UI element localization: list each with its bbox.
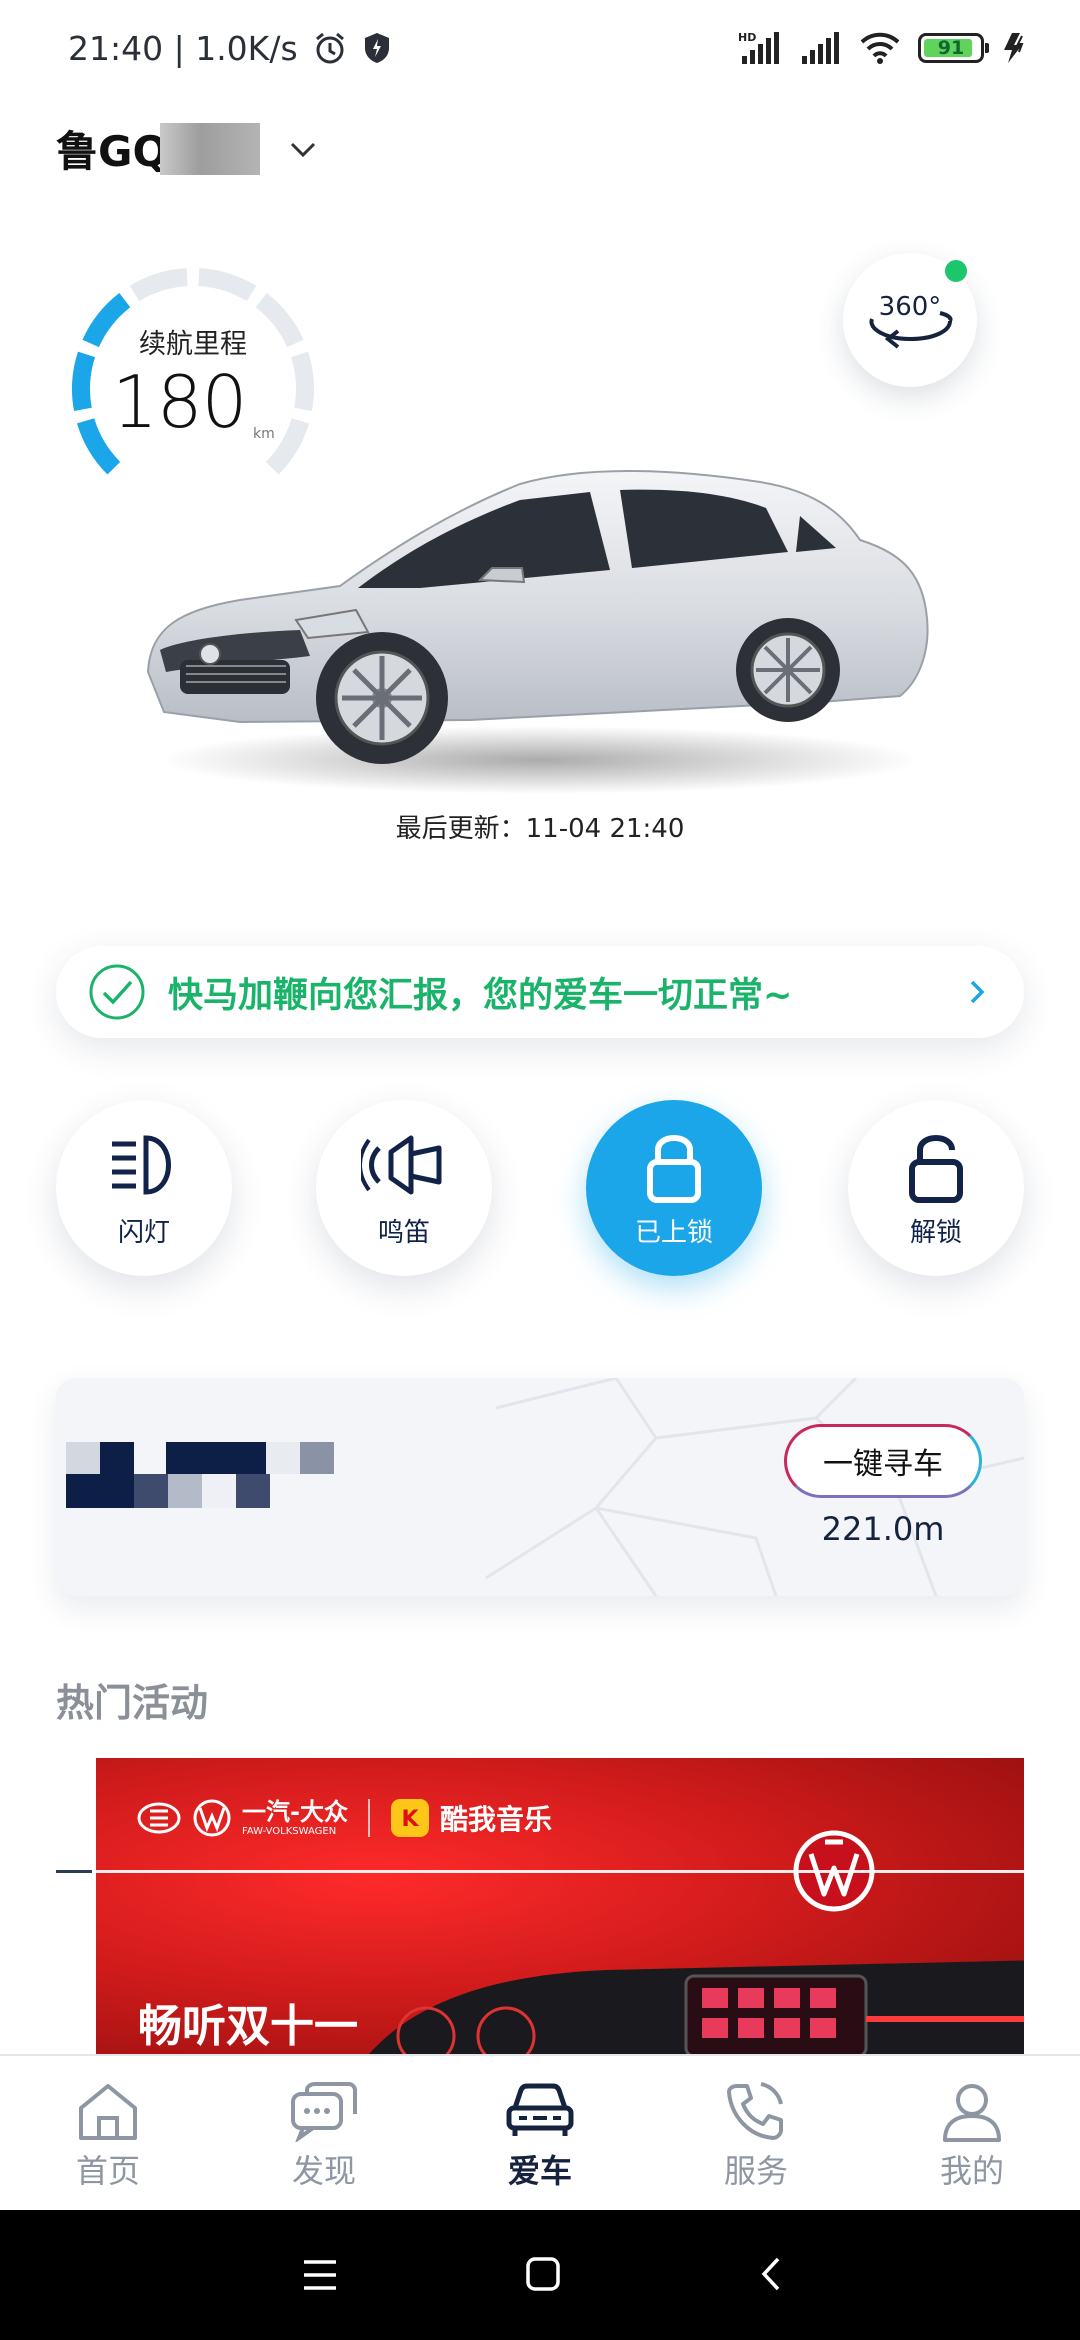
phone-icon — [727, 2082, 783, 2140]
tab-discover-label: 发现 — [291, 2152, 356, 2190]
car-dashboard-image — [365, 1960, 1024, 2058]
flash-lights-button[interactable]: 闪灯 — [56, 1100, 232, 1276]
online-indicator — [942, 257, 970, 285]
chevron-right-icon — [970, 980, 985, 1004]
home-icon — [79, 2084, 137, 2140]
unlock-button[interactable]: 解锁 — [848, 1100, 1024, 1276]
battery-indicator: 91 — [918, 33, 989, 63]
chevron-down-icon — [291, 142, 316, 157]
banner-pointer — [167, 926, 207, 948]
signal-hd-icon: HD — [738, 31, 779, 64]
headlight-icon — [112, 1135, 171, 1195]
promo-title: 畅听双十一 — [138, 2001, 358, 2052]
promo-brand-cn: 一汽-大众 — [242, 1797, 348, 1826]
brand-divider — [367, 1799, 370, 1837]
gauge-segment-empty — [290, 351, 314, 412]
battery-level: 91 — [937, 37, 965, 59]
health-banner[interactable]: 快马加鞭向您汇报，您的爱车一切正常~ — [56, 946, 1024, 1038]
flash-lights-label: 闪灯 — [117, 1218, 170, 1248]
gauge-segment-empty — [198, 268, 257, 302]
tab-service[interactable]: 服务 — [676, 2080, 836, 2192]
tab-home-label: 首页 — [75, 2152, 140, 2190]
promo-brand: 一汽-大众 FAW-VOLKSWAGEN — [242, 1800, 348, 1837]
range-value: 180 — [112, 360, 247, 444]
charging-icon — [1004, 33, 1024, 63]
status-bar: 21:40 | 1.0K/s HD 91 — [0, 0, 1080, 96]
promo-banner[interactable]: 一汽-大众 FAW-VOLKSWAGEN K 酷我音乐 畅听双十一 — [96, 1758, 1024, 2058]
alarm-icon — [315, 32, 344, 64]
tab-discover[interactable]: 发现 — [244, 2080, 404, 2192]
last-update-time: 最后更新：11-04 21:40 — [395, 814, 685, 844]
gauge-segment-empty — [129, 268, 188, 302]
person-icon — [943, 2084, 1001, 2142]
car-image — [146, 470, 929, 794]
health-banner-text: 快马加鞭向您汇报，您的爱车一切正常~ — [168, 975, 793, 1016]
chat-icon — [291, 2082, 357, 2142]
check-circle-icon — [89, 964, 145, 1020]
plate-number: 鲁GQ — [56, 127, 169, 176]
unlock-label: 解锁 — [909, 1218, 962, 1248]
tab-car[interactable]: 爱车 — [460, 2080, 620, 2192]
promo-brand-en: FAW-VOLKSWAGEN — [242, 1825, 337, 1837]
svg-text:HD: HD — [738, 31, 756, 44]
promo-partner: 酷我音乐 — [439, 1803, 552, 1836]
gauge-segment-filled — [72, 351, 96, 412]
rotate-360-icon: 360° — [869, 292, 953, 349]
lock-label: 已上锁 — [634, 1218, 713, 1248]
lock-closed-icon — [647, 1135, 701, 1203]
find-car-button[interactable]: 一键寻车 — [784, 1424, 982, 1498]
tab-car-label: 爱车 — [507, 2152, 572, 2190]
kuwo-logo-icon: K — [390, 1799, 429, 1837]
view-360-label: 360° — [879, 292, 942, 322]
svg-text:K: K — [401, 1807, 419, 1832]
promo-divider-left — [56, 1870, 92, 1873]
car-icon — [506, 2083, 574, 2136]
wifi-icon — [860, 32, 900, 64]
tab-mine[interactable]: 我的 — [892, 2080, 1052, 2192]
bottom-tab-bar: 首页 发现 爱车 服务 我的 — [0, 2054, 1080, 2210]
tab-service-label: 服务 — [723, 2152, 788, 2190]
plate-redaction — [160, 122, 261, 175]
lock-open-icon — [909, 1135, 963, 1203]
range-label: 续航里程 — [139, 329, 247, 360]
faw-logo-icon — [137, 1802, 181, 1834]
horn-icon — [361, 1135, 442, 1195]
promo-divider — [56, 1870, 1024, 1873]
range-unit: km — [253, 426, 275, 442]
vw-logo-icon — [193, 1799, 231, 1837]
lock-button[interactable]: 已上锁 — [586, 1100, 762, 1276]
plate-selector[interactable]: 鲁GQ — [56, 118, 318, 179]
menu-icon[interactable] — [302, 2258, 338, 2292]
back-icon[interactable] — [758, 2256, 784, 2292]
signal-icon — [802, 32, 839, 64]
shield-icon — [364, 33, 389, 63]
tab-mine-label: 我的 — [939, 2152, 1004, 2190]
car-distance: 221.0m — [821, 1510, 945, 1548]
home-square-icon[interactable] — [525, 2256, 561, 2292]
system-nav-bar — [0, 2210, 1080, 2340]
hot-activities-title: 热门活动 — [56, 1681, 209, 1725]
vehicle-location-card[interactable]: 一键寻车 221.0m — [56, 1378, 1024, 1596]
horn-button[interactable]: 鸣笛 — [316, 1100, 492, 1276]
tab-home[interactable]: 首页 — [28, 2080, 188, 2192]
promo-brand-row: 一汽-大众 FAW-VOLKSWAGEN K 酷我音乐 — [136, 1798, 552, 1838]
gauge-segment-filled — [76, 418, 121, 475]
status-time: 21:40 | 1.0K/s — [68, 28, 298, 68]
horn-label: 鸣笛 — [377, 1218, 430, 1248]
